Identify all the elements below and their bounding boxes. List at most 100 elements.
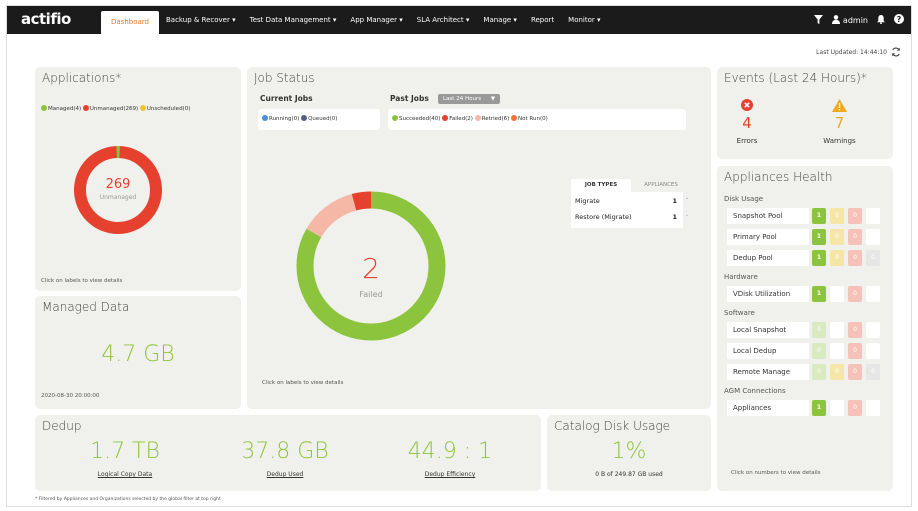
legend-unmanaged[interactable]: Unmanaged(269) — [82, 105, 138, 112]
health-status-cell[interactable]: 0 — [830, 250, 844, 266]
filter-icon[interactable] — [813, 14, 823, 26]
health-status-cell[interactable]: 0 — [848, 400, 862, 416]
appliances-health-panel: Appliances Health Disk Usage Snapshot Poo… — [717, 166, 893, 491]
unmanaged-dot — [82, 105, 89, 111]
warnings-count[interactable]: 7 — [817, 114, 862, 132]
health-row-name: Dedup Pool — [727, 250, 809, 266]
health-status-cell[interactable]: 1 — [812, 400, 826, 416]
menu-dashboard[interactable]: Dashboard — [101, 11, 159, 34]
top-nav: actifio Dashboard Backup & Recover ▾ Tes… — [7, 6, 911, 34]
job-types-card: JOB TYPES APPLIANCES Migrate 1 Restore (… — [571, 179, 691, 231]
health-group-label: Software — [724, 309, 755, 317]
health-status-cell — [866, 400, 880, 416]
legend-managed[interactable]: Managed(4) — [41, 105, 81, 112]
health-row-name: Primary Pool — [727, 229, 809, 245]
refresh-icon[interactable] — [891, 47, 901, 60]
bell-icon[interactable] — [877, 14, 885, 26]
menu-backup-recover[interactable]: Backup & Recover ▾ — [159, 6, 243, 34]
health-status-cell[interactable]: 0 — [848, 364, 862, 380]
managed-data-value[interactable]: 4.7 GB — [35, 342, 241, 367]
retried-dot — [474, 115, 481, 121]
job-type-name: Migrate — [575, 197, 600, 205]
health-status-cell[interactable]: 0 — [812, 343, 826, 359]
health-status-cell[interactable]: 0 — [848, 286, 862, 302]
last-updated: Last Updated: 14:44:10 — [816, 49, 887, 56]
catalog-detail: 0 B of 249.87 GB used — [595, 471, 663, 478]
succeeded-dot — [392, 115, 398, 121]
health-status-cell[interactable]: 0 — [812, 364, 826, 380]
applications-center-value: 269 — [105, 177, 131, 192]
current-jobs-label: Current Jobs — [260, 94, 313, 103]
dedup-used-label[interactable]: Dedup Used — [230, 471, 340, 478]
health-status-cell — [866, 229, 880, 245]
health-status-cell[interactable]: 1 — [812, 286, 826, 302]
managed-data-panel: Managed Data 4.7 GB 2020-08-30 20:00:00 — [35, 296, 241, 409]
menu-manage[interactable]: Manage ▾ — [476, 6, 524, 34]
user-icon[interactable] — [831, 14, 840, 26]
user-name[interactable]: admin — [843, 16, 868, 25]
health-status-cell[interactable]: 0 — [866, 250, 880, 266]
current-jobs-legend: Running(0) Queued(0) — [262, 115, 337, 122]
menu-test-data-management[interactable]: Test Data Management ▾ — [243, 6, 344, 34]
legend-succeeded[interactable]: Succeeded(40) — [392, 115, 440, 122]
health-status-cell[interactable]: 0 — [848, 250, 862, 266]
health-row-name: VDisk Utilization — [727, 286, 809, 302]
logical-copy-value[interactable]: 1.7 TB — [75, 439, 175, 464]
catalog-value[interactable]: 1% — [547, 439, 711, 464]
job-status-center-label: Failed — [359, 290, 383, 299]
job-type-row[interactable]: Restore (Migrate) 1 — [575, 210, 681, 224]
legend-retried[interactable]: Retried(6) — [474, 115, 509, 122]
health-status-cell — [830, 322, 844, 338]
menu-report[interactable]: Report — [524, 6, 561, 34]
warnings-label[interactable]: Warnings — [817, 137, 862, 145]
health-status-cell[interactable]: 0 — [830, 229, 844, 245]
legend-unscheduled[interactable]: Unscheduled(0) — [139, 105, 190, 112]
dedup-efficiency-label[interactable]: Dedup Efficiency — [395, 471, 505, 478]
job-status-hint: Click on labels to view details — [262, 380, 344, 386]
health-status-cell[interactable]: 1 — [812, 229, 826, 245]
menu-monitor[interactable]: Monitor ▾ — [561, 6, 607, 34]
job-type-row[interactable]: Migrate 1 — [575, 194, 681, 208]
nav-right: admin ? — [813, 6, 911, 34]
menu-app-manager[interactable]: App Manager ▾ — [343, 6, 409, 34]
health-status-cell[interactable]: 0 — [812, 322, 826, 338]
dedup-efficiency-value[interactable]: 44.9 : 1 — [395, 439, 505, 464]
health-status-cell[interactable]: 0 — [830, 208, 844, 224]
catalog-title: Catalog Disk Usage — [554, 419, 671, 433]
errors-label[interactable]: Errors — [727, 137, 767, 145]
health-status-cell[interactable]: 0 — [866, 364, 880, 380]
dedup-used-value[interactable]: 37.8 GB — [230, 439, 340, 464]
health-status-cell[interactable]: 0 — [848, 322, 862, 338]
job-status-panel: Job Status Current Jobs Running(0) Queue… — [247, 67, 711, 409]
help-icon[interactable]: ? — [894, 14, 904, 26]
dedup-title: Dedup — [42, 419, 82, 433]
job-type-count[interactable]: 1 — [672, 210, 677, 224]
health-status-cell[interactable]: 1 — [812, 250, 826, 266]
errors-count[interactable]: 4 — [727, 114, 767, 132]
actifio-logo[interactable]: actifio — [21, 10, 71, 28]
applications-hint: Click on labels to view details — [41, 278, 123, 284]
legend-queued[interactable]: Queued(0) — [301, 115, 337, 122]
footnote: * Filtered by Appliances and Organizatio… — [35, 497, 221, 502]
health-status-cell[interactable]: 1 — [812, 208, 826, 224]
health-status-cell[interactable]: 0 — [848, 208, 862, 224]
job-status-center-value: 2 — [362, 252, 380, 285]
health-status-cell[interactable]: 0 — [848, 229, 862, 245]
menu-sla-architect[interactable]: SLA Architect ▾ — [410, 6, 477, 34]
health-row-name: Appliances — [727, 400, 809, 416]
job-type-count[interactable]: 1 — [672, 194, 677, 208]
logical-copy-label[interactable]: Logical Copy Data — [75, 471, 175, 478]
health-status-cell[interactable]: 0 — [830, 364, 844, 380]
legend-not-run[interactable]: Not Run(0) — [511, 115, 548, 122]
legend-running[interactable]: Running(0) — [262, 115, 299, 122]
tab-appliances[interactable]: APPLIANCES — [631, 179, 691, 192]
main-menu: Dashboard Backup & Recover ▾ Test Data M… — [101, 6, 608, 34]
tab-job-types[interactable]: JOB TYPES — [571, 179, 631, 192]
running-dot — [262, 115, 268, 121]
job-types-scrollbar[interactable]: ˄ ˅ — [684, 193, 690, 227]
health-status-cell — [866, 322, 880, 338]
legend-failed[interactable]: Failed(2) — [442, 115, 473, 122]
past-jobs-legend: Succeeded(40) Failed(2) Retried(6) Not R… — [392, 115, 548, 122]
past-jobs-select[interactable]: Last 24 Hours ▼ — [438, 94, 501, 104]
health-status-cell[interactable]: 0 — [848, 343, 862, 359]
